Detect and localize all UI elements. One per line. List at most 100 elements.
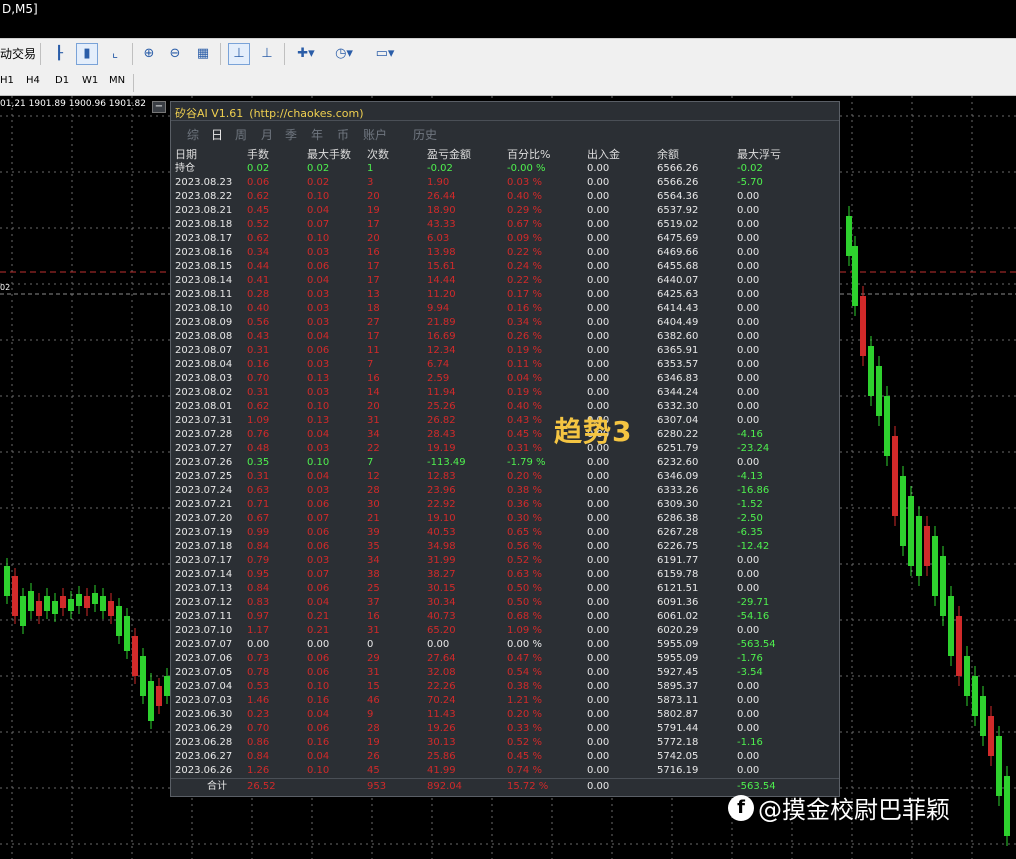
- table-header: 日期 手数 最大手数 次数 盈亏金额 百分比% 出入金 余额 最大浮亏: [175, 148, 835, 162]
- periods-clock-icon[interactable]: ◷▾: [328, 43, 360, 65]
- table-cell: 0.63: [247, 485, 270, 496]
- table-cell: 0.00: [737, 303, 760, 314]
- tab-4[interactable]: 季: [285, 126, 297, 143]
- table-cell: 6346.09: [657, 471, 699, 482]
- table-cell: 0.03: [307, 289, 330, 300]
- total-count: 953: [367, 781, 387, 792]
- tab-0[interactable]: 综: [187, 126, 199, 143]
- table-cell: 25.26: [427, 401, 456, 412]
- table-cell: 0.00: [587, 737, 610, 748]
- table-cell: 19.19: [427, 443, 456, 454]
- row-date: 2023.08.02: [175, 387, 233, 398]
- table-cell: 17: [367, 219, 380, 230]
- panel-url[interactable]: (http://chaokes.com): [249, 107, 363, 120]
- table-cell: 0.22 %: [507, 247, 542, 258]
- timeframe-d1[interactable]: D1: [55, 75, 69, 86]
- zoom-in-icon[interactable]: ⊕: [138, 43, 160, 65]
- table-row: 2023.07.18 0.84 0.06 35 34.98 0.56 % 0.00 6226.…: [175, 540, 835, 554]
- ohlc-readout: 01,21 1901.89 1900.96 1901.82: [0, 99, 146, 109]
- table-row: 2023.07.28 0.76 0.04 34 28.43 0.45 % 0.00 6280.…: [175, 428, 835, 442]
- table-cell: 0.03: [307, 387, 330, 398]
- table-cell: 22: [367, 443, 380, 454]
- chart-shift-icon[interactable]: ⊥: [256, 43, 278, 65]
- table-cell: 1.09: [247, 415, 270, 426]
- tab-1[interactable]: 日: [211, 126, 223, 143]
- table-cell: 0.13: [307, 373, 330, 384]
- table-cell: 17: [367, 331, 380, 342]
- tab-3[interactable]: 月: [261, 126, 273, 143]
- zoom-out-icon[interactable]: ⊖: [164, 43, 186, 65]
- table-cell: 0.45: [247, 205, 270, 216]
- tab-5[interactable]: 年: [311, 126, 323, 143]
- indicators-icon[interactable]: ✚▾: [290, 43, 322, 65]
- candle-body: [116, 606, 122, 636]
- column-header: 日期: [175, 148, 197, 161]
- table-cell: 0.41: [247, 275, 270, 286]
- candlestick-icon[interactable]: ▮: [76, 43, 98, 65]
- tile-windows-icon[interactable]: ▦: [192, 43, 214, 65]
- tab-6[interactable]: 币: [337, 126, 349, 143]
- table-cell: 6159.78: [657, 569, 699, 580]
- table-row: 2023.06.30 0.23 0.04 9 11.43 0.20 % 0.00 5802.8…: [175, 708, 835, 722]
- table-cell: 0.20 %: [507, 709, 542, 720]
- table-cell: 0.00: [587, 611, 610, 622]
- table-cell: 1.21 %: [507, 695, 542, 706]
- table-cell: 0.34: [247, 247, 270, 258]
- candle-body: [876, 366, 882, 416]
- table-cell: 5802.87: [657, 709, 699, 720]
- timeframe-h4[interactable]: H4: [26, 75, 40, 86]
- table-cell: 0.00: [587, 471, 610, 482]
- table-cell: 6267.28: [657, 527, 699, 538]
- table-cell: 0.33 %: [507, 723, 542, 734]
- table-cell: 0.00: [737, 233, 760, 244]
- candle-body: [68, 599, 74, 611]
- tab-2[interactable]: 周: [235, 126, 247, 143]
- table-cell: 0.00: [737, 359, 760, 370]
- table-cell: 0.44: [247, 261, 270, 272]
- table-cell: 11.94: [427, 387, 456, 398]
- table-cell: 0.02: [247, 163, 270, 174]
- table-cell: 25: [367, 583, 380, 594]
- timeframe-w1[interactable]: W1: [82, 75, 98, 86]
- toolbar-separator: [284, 43, 285, 65]
- row-date: 2023.06.29: [175, 723, 233, 734]
- table-cell: 20: [367, 401, 380, 412]
- table-cell: 37: [367, 597, 380, 608]
- table-cell: 0.00: [307, 639, 330, 650]
- candle-body: [988, 716, 994, 756]
- table-cell: 6344.24: [657, 387, 699, 398]
- table-cell: 0.00: [587, 163, 610, 174]
- table-cell: 0.00: [737, 681, 760, 692]
- row-date: 2023.08.10: [175, 303, 233, 314]
- table-cell: 6566.26: [657, 177, 699, 188]
- table-row: 2023.08.15 0.44 0.06 17 15.61 0.24 % 0.00 6455.…: [175, 260, 835, 274]
- table-cell: 6346.83: [657, 373, 699, 384]
- row-date: 2023.07.03: [175, 695, 233, 706]
- panel-minimize-button[interactable]: −: [152, 101, 166, 113]
- table-cell: 0.00: [737, 387, 760, 398]
- tab-8[interactable]: 历史: [413, 126, 437, 143]
- table-cell: 17: [367, 275, 380, 286]
- table-row: 2023.07.21 0.71 0.06 30 22.92 0.36 % 0.00 6309.…: [175, 498, 835, 512]
- timeframe-h1[interactable]: H1: [0, 75, 14, 86]
- candle-body: [980, 696, 986, 736]
- templates-icon[interactable]: ▭▾: [368, 43, 402, 65]
- table-cell: 0.00: [587, 205, 610, 216]
- table-cell: 0.00: [587, 219, 610, 230]
- table-cell: 28.43: [427, 429, 456, 440]
- line-chart-icon[interactable]: ⌞: [104, 43, 126, 65]
- column-header: 次数: [367, 148, 389, 161]
- bar-chart-icon[interactable]: ┠: [48, 43, 70, 65]
- tab-7[interactable]: 账户: [363, 126, 387, 143]
- table-cell: 6121.51: [657, 583, 699, 594]
- total-pct: 15.72 %: [507, 781, 549, 792]
- table-cell: 0.79: [247, 555, 270, 566]
- panel-title-text: 矽谷AI V1.61: [175, 107, 244, 120]
- divider: [171, 120, 839, 121]
- autoscroll-icon[interactable]: ⊥: [228, 43, 250, 65]
- table-cell: 6404.49: [657, 317, 699, 328]
- table-cell: 0.00: [587, 541, 610, 552]
- auto-trade-button[interactable]: 动交易: [0, 45, 36, 62]
- timeframe-mn[interactable]: MN: [109, 75, 125, 86]
- table-cell: 12: [367, 471, 380, 482]
